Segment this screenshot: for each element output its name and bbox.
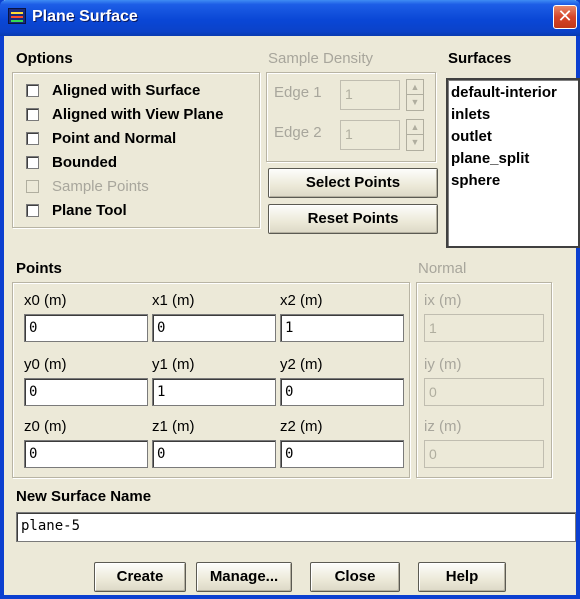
x2-field[interactable]: 1	[280, 314, 404, 342]
spin-up-icon: ▲	[407, 120, 423, 135]
edge1-field: 1	[340, 80, 400, 110]
y1-label: y1 (m)	[152, 356, 195, 373]
edge2-label: Edge 2	[274, 124, 322, 141]
close-icon: ✕	[557, 6, 573, 26]
x1-field[interactable]: 0	[152, 314, 276, 342]
plane-surface-dialog: Plane Surface ✕ Options Aligned with Sur…	[0, 0, 580, 599]
new-surface-name-label: New Surface Name	[16, 488, 152, 505]
spin-down-icon: ▼	[410, 97, 420, 107]
y1-field[interactable]: 1	[152, 378, 276, 406]
window-title: Plane Surface	[32, 8, 138, 25]
options-label: Options	[16, 50, 73, 67]
spin-down-icon: ▼	[410, 137, 420, 147]
z1-label: z1 (m)	[152, 418, 195, 435]
z0-field[interactable]: 0	[24, 440, 148, 468]
create-button[interactable]: Create	[94, 562, 186, 592]
close-button[interactable]: Close	[310, 562, 400, 592]
surfaces-list[interactable]: default-interior inlets outlet plane_spl…	[446, 78, 580, 248]
iy-field: 0	[424, 378, 544, 406]
x0-label: x0 (m)	[24, 292, 67, 309]
reset-points-button[interactable]: Reset Points	[268, 204, 438, 234]
edge2-field: 1	[340, 120, 400, 150]
checkbox[interactable]	[26, 204, 39, 217]
y0-field[interactable]: 0	[24, 378, 148, 406]
checkbox[interactable]	[26, 156, 39, 169]
list-item[interactable]: sphere	[451, 170, 578, 192]
manage-button[interactable]: Manage...	[196, 562, 292, 592]
points-label: Points	[16, 260, 62, 277]
ix-field: 1	[424, 314, 544, 342]
normal-label: Normal	[418, 260, 467, 277]
help-button[interactable]: Help	[418, 562, 506, 592]
select-points-button[interactable]: Select Points	[268, 168, 438, 198]
y0-label: y0 (m)	[24, 356, 67, 373]
app-icon	[8, 8, 26, 24]
x1-label: x1 (m)	[152, 292, 195, 309]
z2-field[interactable]: 0	[280, 440, 404, 468]
ix-label: ix (m)	[424, 292, 462, 309]
edge2-spinner: ▲ ▼	[406, 119, 424, 151]
checkbox[interactable]	[26, 132, 39, 145]
iz-field: 0	[424, 440, 544, 468]
surfaces-label: Surfaces	[448, 50, 512, 67]
checkbox	[26, 180, 39, 193]
z1-field[interactable]: 0	[152, 440, 276, 468]
sample-density-label: Sample Density	[268, 50, 374, 67]
list-item[interactable]: outlet	[451, 126, 578, 148]
y2-label: y2 (m)	[280, 356, 323, 373]
x0-field[interactable]: 0	[24, 314, 148, 342]
list-item[interactable]: plane_split	[451, 148, 578, 170]
z0-label: z0 (m)	[24, 418, 67, 435]
edge1-label: Edge 1	[274, 84, 322, 101]
list-item[interactable]: inlets	[451, 104, 578, 126]
checkbox[interactable]	[26, 108, 39, 121]
new-surface-name-field[interactable]: plane-5	[16, 512, 576, 542]
x2-label: x2 (m)	[280, 292, 323, 309]
y2-field[interactable]: 0	[280, 378, 404, 406]
title-bar[interactable]: Plane Surface ✕	[0, 0, 580, 36]
spin-up-icon: ▲	[407, 80, 423, 95]
edge1-spinner: ▲ ▼	[406, 79, 424, 111]
z2-label: z2 (m)	[280, 418, 323, 435]
checkbox[interactable]	[26, 84, 39, 97]
iz-label: iz (m)	[424, 418, 462, 435]
list-item[interactable]: default-interior	[451, 82, 578, 104]
close-window-button[interactable]: ✕	[553, 5, 577, 29]
iy-label: iy (m)	[424, 356, 462, 373]
